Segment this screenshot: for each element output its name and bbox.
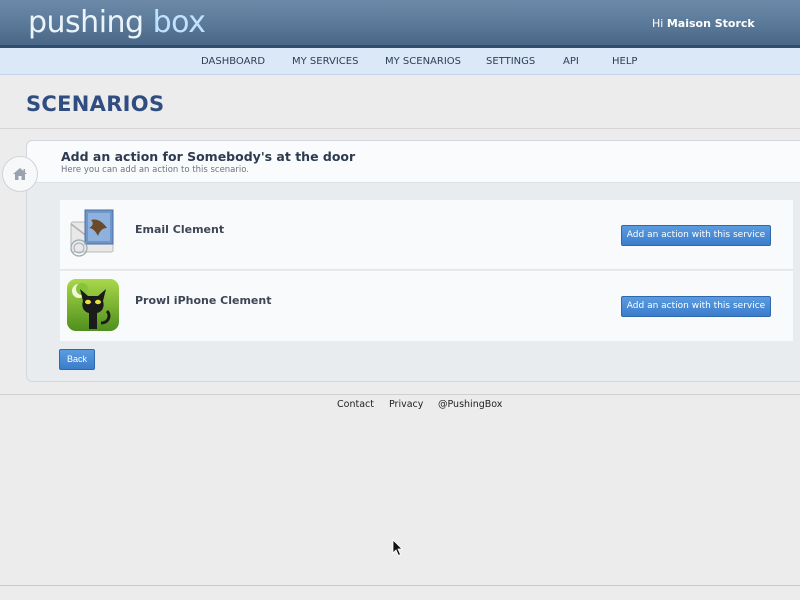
greeting-prefix: Hi [652, 17, 664, 30]
service-name: Prowl iPhone Clement [135, 294, 272, 307]
header-bar: pushing box Hi Maison Storck [0, 0, 800, 48]
service-name: Email Clement [135, 223, 225, 236]
page-title: SCENARIOS [26, 92, 165, 116]
pushingbox-logo[interactable]: pushing box [28, 4, 206, 42]
home-icon [13, 168, 27, 180]
add-action-button-email[interactable]: Add an action with this service [621, 225, 771, 246]
bottom-divider [0, 585, 800, 586]
home-tab[interactable] [2, 156, 38, 192]
logo-text-pushing: pushing [28, 5, 144, 40]
nav-help[interactable]: HELP [612, 56, 637, 67]
add-action-button-prowl[interactable]: Add an action with this service [621, 296, 771, 317]
prowl-cat-icon [67, 279, 119, 331]
logo-text-box: box [152, 5, 206, 40]
mouse-cursor-icon [392, 539, 403, 557]
main-nav: DASHBOARD MY SERVICES MY SCENARIOS SETTI… [0, 48, 800, 75]
nav-my-scenarios[interactable]: MY SCENARIOS [385, 56, 461, 67]
footer-pushingbox-link[interactable]: @PushingBox [438, 399, 502, 410]
user-greeting: Hi Maison Storck [652, 17, 755, 30]
nav-api[interactable]: API [563, 56, 579, 67]
service-row: Email Clement Add an action with this se… [60, 200, 793, 270]
back-button[interactable]: Back [59, 349, 95, 370]
nav-my-services[interactable]: MY SERVICES [292, 56, 358, 67]
nav-dashboard[interactable]: DASHBOARD [201, 56, 265, 67]
footer-divider [0, 394, 800, 395]
user-name[interactable]: Maison Storck [667, 17, 755, 30]
footer-privacy-link[interactable]: Privacy [389, 399, 423, 410]
panel-subtitle: Here you can add an action to this scena… [61, 165, 250, 175]
nav-settings[interactable]: SETTINGS [486, 56, 535, 67]
title-divider [0, 128, 800, 129]
footer-contact-link[interactable]: Contact [337, 399, 374, 410]
mail-icon [70, 209, 114, 257]
service-row: Prowl iPhone Clement Add an action with … [60, 271, 793, 341]
panel-title: Add an action for Somebody's at the door [61, 149, 356, 164]
